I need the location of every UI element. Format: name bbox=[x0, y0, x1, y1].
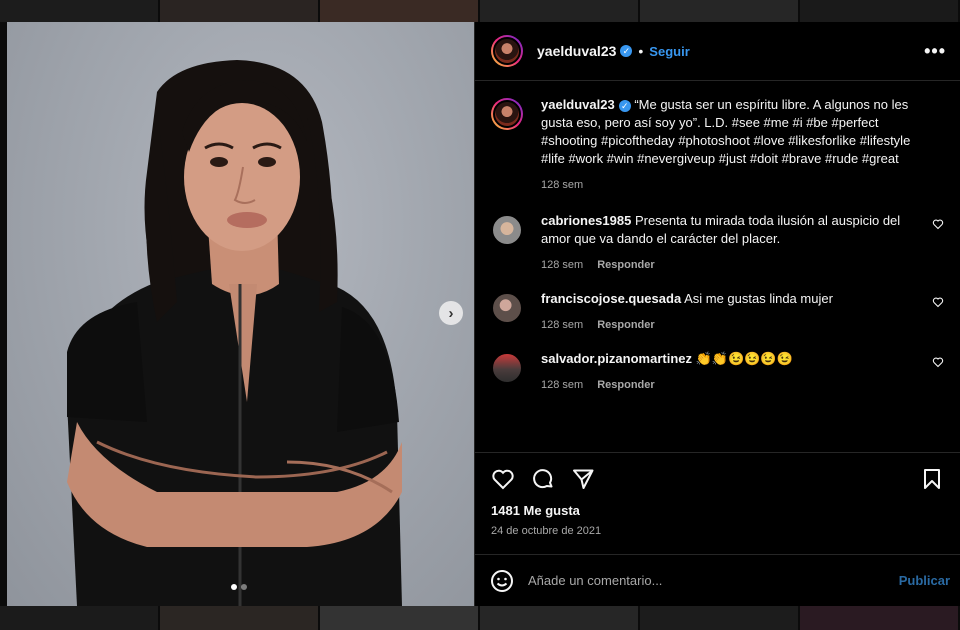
comment-item: salvador.pizanomartinez 👏👏😉😉😉😉 128 sem Re… bbox=[491, 350, 948, 394]
comment-item: franciscojose.quesada Asi me gustas lind… bbox=[491, 290, 948, 334]
carousel-dot-1 bbox=[231, 584, 237, 590]
avatar[interactable] bbox=[491, 98, 523, 130]
avatar[interactable] bbox=[491, 214, 523, 246]
follow-button[interactable]: Seguir bbox=[649, 44, 689, 59]
bookmark-icon[interactable] bbox=[920, 467, 944, 491]
comment-text: 👏👏😉😉😉😉 bbox=[692, 351, 793, 366]
post-panel: yaelduval23 ✓ • Seguir ••• yaelduval23 ✓ … bbox=[474, 22, 960, 606]
heart-icon[interactable] bbox=[491, 467, 515, 491]
portrait-illustration bbox=[67, 60, 402, 606]
comments-list[interactable]: yaelduval23 ✓ “Me gusta ser un espíritu l… bbox=[475, 82, 960, 452]
next-photo-button[interactable]: › bbox=[439, 301, 463, 325]
comment-item: cabriones1985 Presenta tu mirada toda il… bbox=[491, 212, 948, 274]
comment-like-heart-icon[interactable] bbox=[932, 356, 944, 368]
like-count[interactable]: 1481 Me gusta bbox=[491, 503, 944, 518]
caption-username[interactable]: yaelduval23 bbox=[541, 97, 615, 112]
action-icons bbox=[491, 465, 944, 493]
comment-username[interactable]: salvador.pizanomartinez bbox=[541, 351, 692, 366]
post-photo: › bbox=[7, 22, 474, 606]
separator-dot: • bbox=[638, 43, 644, 59]
paper-plane-icon[interactable] bbox=[571, 467, 595, 491]
post-modal: › yaelduval23 ✓ • Seguir ••• yaelduval23… bbox=[7, 22, 960, 606]
post-header: yaelduval23 ✓ • Seguir ••• bbox=[475, 22, 960, 81]
verified-badge-icon: ✓ bbox=[618, 99, 631, 112]
comment-text: Asi me gustas linda mujer bbox=[681, 291, 833, 306]
verified-badge-icon: ✓ bbox=[620, 45, 633, 57]
background-feed-top bbox=[0, 0, 960, 22]
smiley-icon[interactable] bbox=[490, 569, 514, 593]
publish-button[interactable]: Publicar bbox=[899, 573, 950, 588]
comment-username[interactable]: franciscojose.quesada bbox=[541, 291, 681, 306]
caption: yaelduval23 ✓ “Me gusta ser un espíritu l… bbox=[491, 96, 948, 194]
more-options-icon[interactable]: ••• bbox=[924, 41, 946, 62]
reply-button[interactable]: Responder bbox=[597, 256, 654, 274]
comment-time[interactable]: 128 sem bbox=[541, 256, 583, 274]
carousel-dot-2 bbox=[241, 584, 247, 590]
comment-username[interactable]: cabriones1985 bbox=[541, 213, 631, 228]
post-actions: 1481 Me gusta 24 de octubre de 2021 bbox=[475, 452, 960, 537]
post-date[interactable]: 24 de octubre de 2021 bbox=[491, 525, 944, 537]
carousel-indicator bbox=[231, 584, 247, 590]
comment-like-heart-icon[interactable] bbox=[932, 296, 944, 308]
caption-text: yaelduval23 ✓ “Me gusta ser un espíritu l… bbox=[541, 96, 927, 168]
comment-like-heart-icon[interactable] bbox=[932, 218, 944, 230]
background-feed-bottom bbox=[0, 606, 960, 630]
reply-button[interactable]: Responder bbox=[597, 316, 654, 334]
comment-input[interactable]: Añade un comentario... bbox=[528, 573, 899, 588]
chevron-right-icon: › bbox=[448, 304, 454, 322]
comment-time[interactable]: 128 sem bbox=[541, 316, 583, 334]
avatar[interactable] bbox=[491, 292, 523, 324]
reply-button[interactable]: Responder bbox=[597, 376, 654, 394]
comment-composer: Añade un comentario... Publicar bbox=[475, 554, 960, 606]
caption-time[interactable]: 128 sem bbox=[541, 176, 583, 194]
comment-time[interactable]: 128 sem bbox=[541, 376, 583, 394]
header-username[interactable]: yaelduval23 bbox=[537, 43, 616, 59]
avatar[interactable] bbox=[491, 35, 523, 67]
comment-icon[interactable] bbox=[531, 467, 555, 491]
avatar[interactable] bbox=[491, 352, 523, 384]
